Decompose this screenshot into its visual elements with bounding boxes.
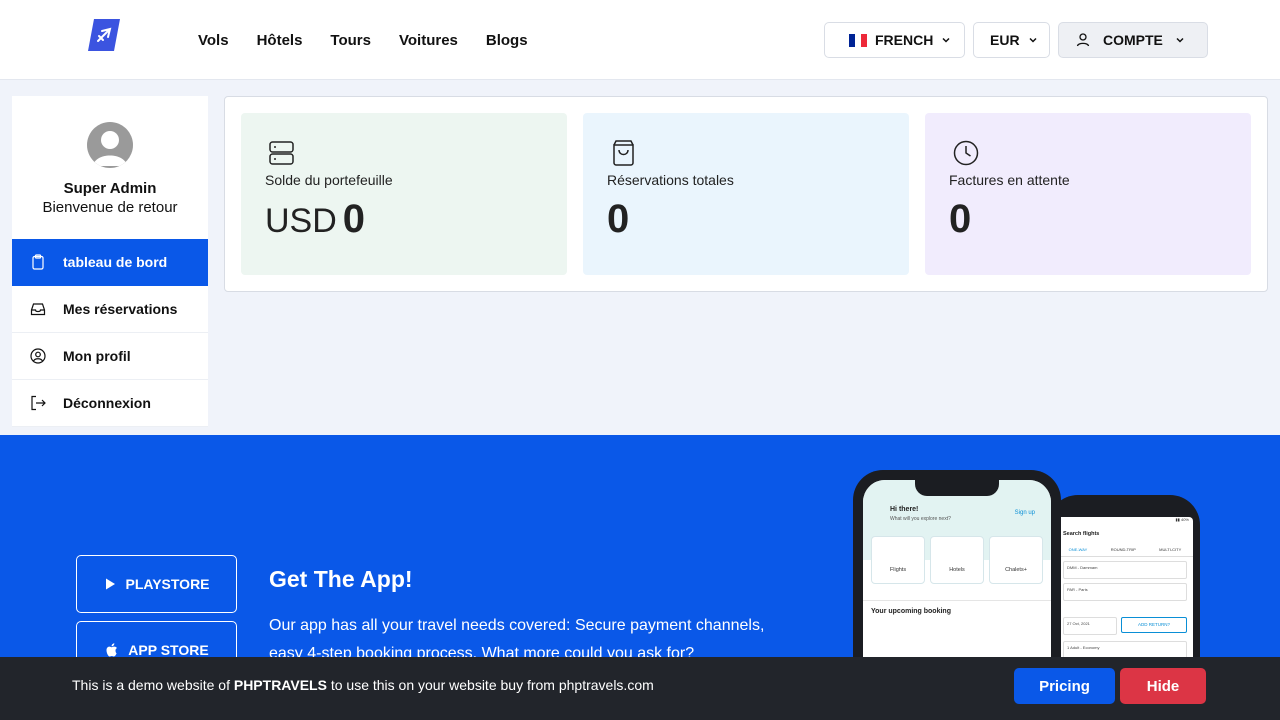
bookings-label: Réservations totales bbox=[607, 172, 734, 188]
hotels-tile: Hotels bbox=[930, 536, 984, 584]
chevron-down-icon bbox=[1029, 37, 1037, 43]
play-icon bbox=[106, 578, 116, 590]
date-field: 27 Oct, 2021 bbox=[1063, 617, 1117, 635]
notice-brand: PHPTRAVELS bbox=[233, 677, 327, 693]
sidebar-item-dashboard[interactable]: tableau de bord bbox=[12, 239, 208, 286]
from-field: DMM - Dammam bbox=[1063, 561, 1187, 579]
pricing-button[interactable]: Pricing bbox=[1014, 668, 1115, 704]
tab-one-way: ONE-WAY bbox=[1068, 547, 1088, 552]
nav-blogs[interactable]: Blogs bbox=[486, 32, 528, 49]
chalets-tile: Chalets+ bbox=[989, 536, 1043, 584]
divider bbox=[863, 600, 1051, 601]
user-name: Super Admin bbox=[63, 180, 157, 197]
playstore-label: PLAYSTORE bbox=[125, 576, 210, 592]
top-header: Vols Hôtels Tours Voitures Blogs FRENCH … bbox=[0, 0, 1280, 80]
language-dropdown[interactable]: FRENCH bbox=[824, 22, 965, 58]
server-icon bbox=[268, 139, 296, 167]
wallet-value: USD 0 bbox=[265, 197, 365, 242]
account-label: COMPTE bbox=[1103, 32, 1163, 48]
chevron-down-icon bbox=[942, 37, 950, 43]
trip-tabs: ONE-WAY ROUND-TRIP MULTI-CITY bbox=[1057, 547, 1193, 557]
user-icon bbox=[1076, 33, 1090, 47]
demo-notice-bar: This is a demo website of PHPTRAVELS to … bbox=[0, 657, 1280, 720]
sidebar-item-label: Mes réservations bbox=[63, 301, 178, 317]
notice-text-after: to use this on your website buy from php… bbox=[326, 677, 654, 693]
tab-multi-city: MULTI-CITY bbox=[1159, 547, 1182, 552]
demo-notice-text: This is a demo website of PHPTRAVELS to … bbox=[72, 677, 654, 693]
nav-hotels[interactable]: Hôtels bbox=[257, 32, 303, 49]
wallet-label: Solde du portefeuille bbox=[265, 172, 393, 188]
wallet-currency: USD bbox=[265, 202, 337, 240]
sidebar-item-bookings[interactable]: Mes réservations bbox=[12, 286, 208, 333]
playstore-button[interactable]: PLAYSTORE bbox=[76, 555, 237, 613]
category-tiles: Flights Hotels Chalets+ bbox=[871, 536, 1043, 584]
nav-tours[interactable]: Tours bbox=[330, 32, 371, 49]
france-flag-icon bbox=[849, 33, 867, 47]
logo-icon[interactable] bbox=[88, 19, 120, 51]
phone-notch bbox=[915, 480, 999, 496]
greeting-subtitle: What will you explore next? bbox=[890, 516, 951, 522]
clock-icon bbox=[952, 139, 980, 167]
user-circle-icon bbox=[30, 348, 46, 364]
sidebar-item-label: tableau de bord bbox=[63, 254, 168, 270]
shopping-bag-icon bbox=[610, 139, 638, 167]
nav-voitures[interactable]: Voitures bbox=[399, 32, 458, 49]
to-field: PAR - Paris bbox=[1063, 583, 1187, 601]
inbox-icon bbox=[30, 301, 46, 317]
logout-icon bbox=[30, 395, 46, 411]
currency-label: EUR bbox=[990, 32, 1020, 48]
sidebar-item-profile[interactable]: Mon profil bbox=[12, 333, 208, 380]
pending-invoices-card: Factures en attente 0 bbox=[925, 113, 1251, 275]
hide-button[interactable]: Hide bbox=[1120, 668, 1206, 704]
sidebar-item-label: Déconnexion bbox=[63, 395, 151, 411]
user-sidebar: Super Admin Bienvenue de retour tableau … bbox=[12, 96, 208, 427]
nav-vols[interactable]: Vols bbox=[198, 32, 229, 49]
sidebar-item-label: Mon profil bbox=[63, 348, 131, 364]
dashboard-panel: Solde du portefeuille USD 0 Réservations … bbox=[224, 96, 1268, 292]
search-flights-title: Search flights bbox=[1063, 531, 1100, 537]
bookings-value: 0 bbox=[607, 197, 630, 241]
sidebar-menu: tableau de bord Mes réservations Mon pro… bbox=[12, 239, 208, 427]
greeting: Hi there! bbox=[890, 506, 919, 513]
apple-icon bbox=[106, 643, 118, 657]
appstore-label: APP STORE bbox=[128, 642, 209, 658]
invoices-value: 0 bbox=[949, 197, 972, 241]
total-bookings-card: Réservations totales 0 bbox=[583, 113, 909, 275]
currency-dropdown[interactable]: EUR bbox=[973, 22, 1050, 58]
sidebar-item-logout[interactable]: Déconnexion bbox=[12, 380, 208, 427]
signup-link: Sign up bbox=[1014, 510, 1035, 516]
tab-round-trip: ROUND-TRIP bbox=[1110, 547, 1136, 552]
avatar bbox=[87, 122, 133, 168]
invoices-label: Factures en attente bbox=[949, 172, 1070, 188]
app-title: Get The App! bbox=[269, 566, 413, 592]
wallet-amount: 0 bbox=[342, 197, 366, 241]
add-return-button: ADD RETURN? bbox=[1121, 617, 1187, 633]
main-nav: Vols Hôtels Tours Voitures Blogs bbox=[198, 0, 528, 80]
flights-tile: Flights bbox=[871, 536, 925, 584]
language-label: FRENCH bbox=[875, 32, 934, 48]
wallet-balance-card: Solde du portefeuille USD 0 bbox=[241, 113, 567, 275]
welcome-text: Bienvenue de retour bbox=[42, 199, 178, 216]
clipboard-icon bbox=[30, 254, 46, 270]
status-bar: ▮▮ 40% bbox=[1175, 517, 1189, 522]
account-dropdown[interactable]: COMPTE bbox=[1058, 22, 1208, 58]
chevron-down-icon bbox=[1176, 37, 1184, 43]
notice-text-before: This is a demo website of bbox=[72, 677, 234, 693]
upcoming-booking-title: Your upcoming booking bbox=[871, 608, 951, 615]
